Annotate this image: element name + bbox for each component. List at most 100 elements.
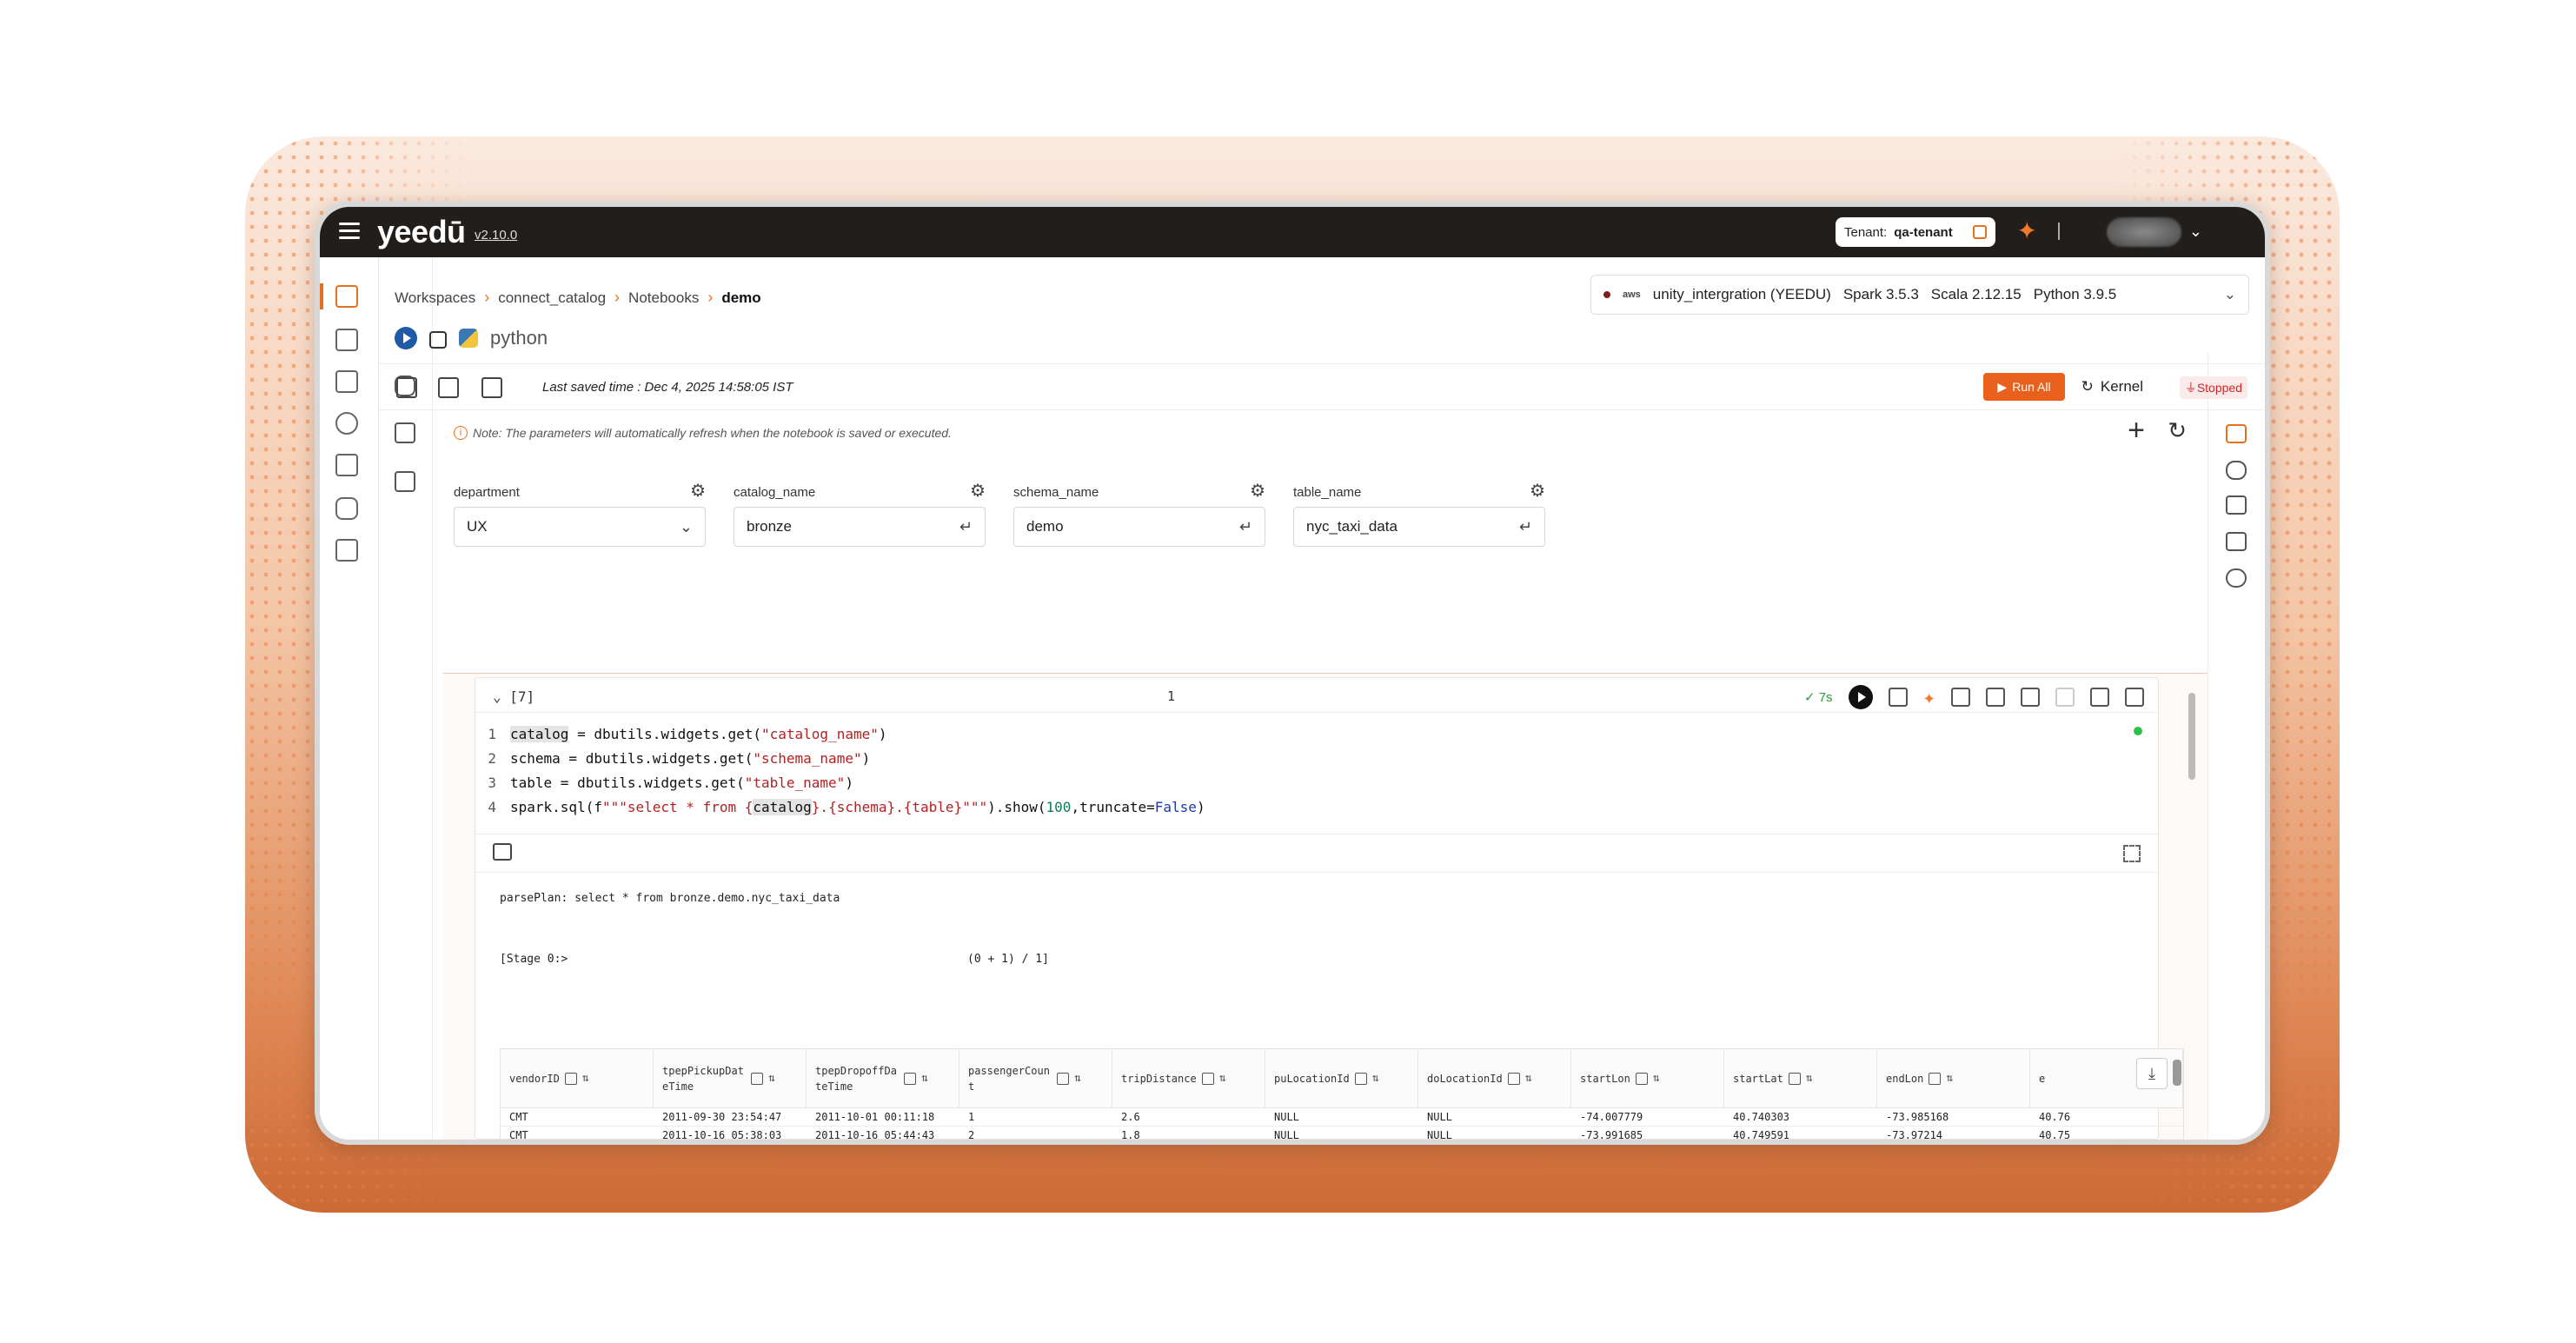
unlock-icon[interactable]: [429, 331, 447, 349]
cells-scrollbar[interactable]: [2188, 693, 2195, 780]
save-icon[interactable]: [481, 377, 502, 398]
key-icon[interactable]: [2226, 461, 2247, 480]
history-icon[interactable]: [2226, 568, 2247, 588]
tenant-selector[interactable]: Tenant: qa-tenant: [1836, 217, 1995, 247]
copy-column-icon[interactable]: [1788, 1072, 1801, 1085]
gear-icon[interactable]: ⚙: [1530, 480, 1545, 502]
run-notebook-button[interactable]: [395, 327, 417, 349]
hierarchy-icon[interactable]: [335, 329, 358, 351]
sort-icon[interactable]: ⇅: [1074, 1072, 1081, 1085]
column-header[interactable]: vendorID ⇅: [501, 1049, 654, 1107]
column-header[interactable]: endLon ⇅: [1877, 1049, 2030, 1107]
department-select[interactable]: UX ⌄: [454, 507, 706, 547]
column-header[interactable]: puLocationId ⇅: [1265, 1049, 1418, 1107]
copy-column-icon[interactable]: [1057, 1072, 1069, 1085]
download-icon[interactable]: [2021, 688, 2040, 707]
move-up-icon[interactable]: [2055, 688, 2075, 707]
column-header[interactable]: passengerCoun t ⇅: [959, 1049, 1112, 1107]
top-bar: yeedū v2.10.0 Tenant: qa-tenant ✦ ⌄: [320, 207, 2265, 257]
language-label[interactable]: python: [490, 327, 548, 349]
user-avatar[interactable]: [2107, 217, 2181, 247]
reports-icon[interactable]: [335, 539, 358, 562]
copy-column-icon[interactable]: [1635, 1072, 1648, 1085]
widgets-icon[interactable]: [2226, 424, 2247, 443]
chevron-down-icon[interactable]: ⌄: [2189, 223, 2202, 241]
move-down-icon[interactable]: [2090, 688, 2109, 707]
list-icon[interactable]: [395, 422, 415, 443]
run-all-button[interactable]: ▶ Run All: [1983, 373, 2065, 401]
table-scrollbar[interactable]: [2173, 1060, 2181, 1086]
sort-icon[interactable]: ⇅: [1653, 1072, 1660, 1085]
code-line[interactable]: 2 schema = dbutils.widgets.get("schema_na…: [475, 746, 2158, 770]
folder-icon[interactable]: [395, 471, 415, 492]
add-cell-icon[interactable]: [1951, 688, 1970, 707]
gear-icon[interactable]: ⚙: [1250, 480, 1265, 502]
column-header[interactable]: doLocationId ⇅: [1418, 1049, 1571, 1107]
ai-sparkle-icon[interactable]: ✦: [2017, 219, 2037, 243]
enter-icon[interactable]: ↵: [1519, 518, 1532, 536]
database-icon[interactable]: [335, 497, 358, 520]
widget-schema-name: schema_name ⚙ demo ↵: [1013, 482, 1265, 547]
schema-name-input[interactable]: demo ↵: [1013, 507, 1265, 547]
jobs-icon[interactable]: [335, 370, 358, 393]
add-widget-button[interactable]: +: [2128, 414, 2145, 448]
sort-icon[interactable]: ⇅: [1525, 1072, 1532, 1085]
copy-column-icon[interactable]: [1507, 1072, 1520, 1085]
column-header[interactable]: startLon ⇅: [1571, 1049, 1724, 1107]
copy-column-icon[interactable]: [1929, 1072, 1942, 1085]
table-cell: 2.6: [1121, 1111, 1140, 1123]
sort-icon[interactable]: ⇅: [921, 1072, 928, 1085]
column-header[interactable]: tpepDropoffDa teTime ⇅: [807, 1049, 959, 1107]
run-cell-button[interactable]: [1848, 685, 1873, 709]
cluster-selector[interactable]: aws unity_intergration (YEEDU) Spark 3.5…: [1590, 275, 2249, 315]
gear-icon[interactable]: ⚙: [690, 480, 706, 502]
keyboard-icon[interactable]: [2226, 532, 2247, 551]
sort-icon[interactable]: ⇅: [1946, 1072, 1953, 1085]
code-line[interactable]: 1 catalog = dbutils.widgets.get("catalog_…: [475, 721, 2158, 746]
copy-column-icon[interactable]: [751, 1072, 763, 1085]
copy-column-icon[interactable]: [904, 1072, 916, 1085]
column-header[interactable]: tpepPickupDat eTime ⇅: [654, 1049, 807, 1107]
key-icon[interactable]: [335, 412, 358, 435]
collapse-icon[interactable]: ⌄: [493, 688, 509, 705]
sort-icon[interactable]: ⇅: [582, 1072, 589, 1085]
menu-icon[interactable]: [339, 223, 360, 240]
ai-sparkle-icon[interactable]: ✦: [1923, 687, 1935, 708]
sort-icon[interactable]: ⇅: [768, 1072, 775, 1085]
enter-icon[interactable]: ↵: [1239, 518, 1252, 536]
image-icon[interactable]: [335, 454, 358, 476]
upload-icon[interactable]: [1986, 688, 2005, 707]
gear-icon[interactable]: ⚙: [970, 480, 986, 502]
breadcrumb-workspaces[interactable]: Workspaces: [395, 289, 475, 307]
import-icon[interactable]: [396, 377, 417, 398]
tenant-label: Tenant:: [1844, 224, 1888, 240]
kernel-button[interactable]: ↻ Kernel: [2081, 378, 2143, 396]
delete-icon[interactable]: [2125, 688, 2144, 707]
copy-column-icon[interactable]: [1354, 1072, 1367, 1085]
sort-icon[interactable]: ⇅: [1806, 1072, 1813, 1085]
fullscreen-icon[interactable]: [2123, 845, 2141, 862]
code-cell[interactable]: ⌄ [7] 1 ✓ 7s ✦ 1 catalog = dbutils.widge…: [475, 677, 2184, 1140]
code-line[interactable]: 4 spark.sql(f """select * from {catalog}.{…: [475, 794, 2158, 819]
copy-icon[interactable]: [1888, 688, 1908, 707]
clear-outputs-icon[interactable]: [438, 377, 459, 398]
camera-icon[interactable]: [2226, 495, 2247, 515]
app-version[interactable]: v2.10.0: [475, 228, 517, 243]
table-name-input[interactable]: nyc_taxi_data ↵: [1293, 507, 1545, 547]
breadcrumb-notebooks[interactable]: Notebooks: [628, 289, 699, 307]
notebook-icon[interactable]: [335, 285, 358, 308]
code-line[interactable]: 3 table = dbutils.widgets.get("table_name…: [475, 770, 2158, 794]
copy-column-icon[interactable]: [564, 1072, 577, 1085]
sort-icon[interactable]: ⇅: [1372, 1072, 1379, 1085]
breadcrumb-workspace[interactable]: connect_catalog: [498, 289, 606, 307]
code-editor[interactable]: 1 catalog = dbutils.widgets.get("catalog_…: [475, 713, 2158, 834]
catalog-name-input[interactable]: bronze ↵: [734, 507, 986, 547]
column-header[interactable]: tripDistance ⇅: [1112, 1049, 1265, 1107]
output-toggle-icon[interactable]: [493, 843, 512, 861]
refresh-widgets-button[interactable]: ↻: [2168, 417, 2187, 444]
copy-column-icon[interactable]: [1201, 1072, 1214, 1085]
column-header[interactable]: startLat ⇅: [1724, 1049, 1877, 1107]
download-results-icon[interactable]: ⤓: [2136, 1058, 2168, 1089]
enter-icon[interactable]: ↵: [959, 518, 973, 536]
sort-icon[interactable]: ⇅: [1219, 1072, 1226, 1085]
